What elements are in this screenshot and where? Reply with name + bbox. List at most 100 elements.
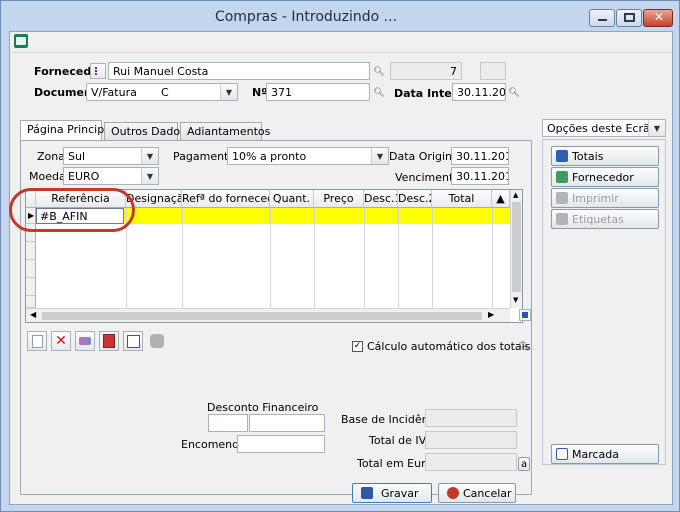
marker-icon <box>556 448 568 460</box>
fornecedor-search-icon[interactable]: 🔍︎ <box>373 66 385 78</box>
desconto-percent-input[interactable] <box>208 414 248 432</box>
fornecedor-button[interactable]: Fornecedor <box>551 167 659 187</box>
hscroll-thumb[interactable] <box>42 312 482 320</box>
scroll-down-icon[interactable]: ▼ <box>513 296 518 304</box>
col-quant[interactable]: Quant. <box>270 190 314 208</box>
form-client-area: Fornecedor Rui Manuel Costa 🔍︎ 7 Documen… <box>9 31 673 505</box>
col-ref-fornecedor[interactable]: Refª do fornecedor <box>182 190 270 208</box>
scroll-left-icon[interactable]: ◀ <box>30 310 36 319</box>
fornecedor-extra-field <box>480 62 506 80</box>
calculator-icon <box>103 334 115 348</box>
total-iva-label: Total de IVA <box>369 434 434 447</box>
totais-label: Totais <box>572 149 604 163</box>
numero-input[interactable]: 371 <box>266 83 370 101</box>
grid-column-line <box>492 208 493 308</box>
columns-button[interactable] <box>123 331 143 351</box>
etiquetas-button[interactable]: Etiquetas <box>551 209 659 229</box>
list-icon <box>95 67 103 75</box>
chevron-down-icon[interactable]: ▼ <box>141 148 158 164</box>
documento-value: V/Fatura <box>91 86 137 99</box>
row-indicator <box>26 242 36 260</box>
tab-outros-dados[interactable]: Outros Dados <box>104 122 186 140</box>
grid-column-line <box>364 208 365 308</box>
grid-corner-button[interactable] <box>519 309 531 321</box>
documento-select[interactable]: V/Fatura C ▼ <box>86 83 238 101</box>
close-button[interactable]: ✕ <box>643 9 673 27</box>
scroll-up-icon[interactable]: ▲ <box>513 191 518 199</box>
fornecedor-btn-label: Fornecedor <box>572 170 634 184</box>
totais-button[interactable]: Totais <box>551 146 659 166</box>
grid-horizontal-scrollbar[interactable]: ◀ ▶ <box>26 308 510 322</box>
col-total[interactable]: Total <box>432 190 492 208</box>
currency-button[interactable]: a <box>518 457 530 471</box>
grid-column-line <box>182 208 183 308</box>
fornecedor-lookup-button[interactable] <box>90 63 106 79</box>
encomenda-input[interactable] <box>237 435 325 453</box>
chevron-down-icon[interactable]: ▼ <box>648 120 665 136</box>
printer-icon <box>556 192 568 204</box>
minimize-icon <box>598 19 607 21</box>
chevron-down-icon[interactable]: ▼ <box>141 168 158 184</box>
screen-options-label: Opções deste Ecrã <box>547 122 650 135</box>
extra-tool-button[interactable] <box>147 331 167 351</box>
title-bar[interactable]: Compras - Introduzindo ... ✕ <box>1 1 679 31</box>
grid-column-line <box>314 208 315 308</box>
fornecedor-input[interactable]: Rui Manuel Costa <box>108 62 370 80</box>
pagamento-select[interactable]: 10% a pronto ▼ <box>227 147 389 165</box>
col-desc1[interactable]: Desc.1 <box>364 190 398 208</box>
columns-icon <box>126 334 140 348</box>
gravar-button[interactable]: Gravar <box>352 483 432 503</box>
etiquetas-label: Etiquetas <box>572 212 624 226</box>
grid-vertical-scrollbar[interactable]: ▲ ▼ <box>510 190 522 308</box>
data-interna-input[interactable]: 30.11.2015 <box>452 83 506 101</box>
options-panel: Totais Fornecedor Imprimir Etiquetas Mar… <box>542 139 666 465</box>
imprimir-label: Imprimir <box>572 191 619 205</box>
scroll-right-icon[interactable]: ▶ <box>488 310 494 319</box>
col-preco[interactable]: Preço <box>314 190 364 208</box>
col-desc2[interactable]: Desc.2 <box>398 190 432 208</box>
row-indicator <box>26 296 36 308</box>
marcada-label: Marcada <box>572 447 620 461</box>
pagamento-value: 10% a pronto <box>232 150 307 163</box>
new-document-icon <box>31 334 43 348</box>
documento-serie: C <box>161 86 169 99</box>
desconto-value-input[interactable] <box>249 414 325 432</box>
moeda-select[interactable]: EURO ▼ <box>63 167 159 185</box>
new-line-button[interactable] <box>27 331 47 351</box>
numero-search-icon[interactable]: 🔍︎ <box>373 87 385 99</box>
marcada-button[interactable]: Marcada <box>551 444 659 464</box>
cancelar-button[interactable]: Cancelar <box>438 483 516 503</box>
calc-auto-label: Cálculo automático dos totais <box>367 340 531 353</box>
calculator-button[interactable] <box>99 331 119 351</box>
app-icon <box>16 37 26 45</box>
zona-select[interactable]: Sul ▼ <box>63 147 159 165</box>
tab-adiantamentos[interactable]: Adiantamentos <box>180 122 270 140</box>
fornecedor-number-field: 7 <box>390 62 462 80</box>
scroll-thumb[interactable] <box>512 202 521 292</box>
tab-pagina-principal[interactable]: Página Principal <box>20 120 114 141</box>
screen-options-dropdown[interactable]: Opções deste Ecrã ▼ <box>542 119 666 137</box>
app-toolbar-icon[interactable] <box>14 34 28 48</box>
vencimento-input[interactable]: 30.11.2015 <box>451 167 509 185</box>
delete-line-button[interactable]: ✕ <box>51 331 71 351</box>
imprimir-button[interactable]: Imprimir <box>551 188 659 208</box>
moeda-label: Moeda <box>29 170 66 183</box>
erase-button[interactable] <box>75 331 95 351</box>
toolbar-divider <box>10 52 672 53</box>
grid-column-line <box>270 208 271 308</box>
calc-auto-checkbox[interactable]: ✓ <box>352 341 363 352</box>
calendar-icon[interactable]: 🔍︎ <box>508 87 520 99</box>
calc-search-icon[interactable]: 🔍︎ <box>518 341 530 353</box>
chevron-down-icon[interactable]: ▼ <box>371 148 388 164</box>
totals-icon <box>556 150 568 162</box>
grid-column-line <box>432 208 433 308</box>
desconto-financeiro-label: Desconto Financeiro <box>207 401 319 414</box>
highlight-circle <box>9 188 135 232</box>
minimize-button[interactable] <box>589 9 615 27</box>
restore-button[interactable] <box>616 9 642 27</box>
chevron-down-icon[interactable]: ▼ <box>220 84 237 100</box>
close-icon: ✕ <box>654 10 665 24</box>
data-original-input[interactable]: 30.11.2015 <box>451 147 509 165</box>
moeda-value: EURO <box>68 170 100 183</box>
save-icon <box>361 487 373 499</box>
